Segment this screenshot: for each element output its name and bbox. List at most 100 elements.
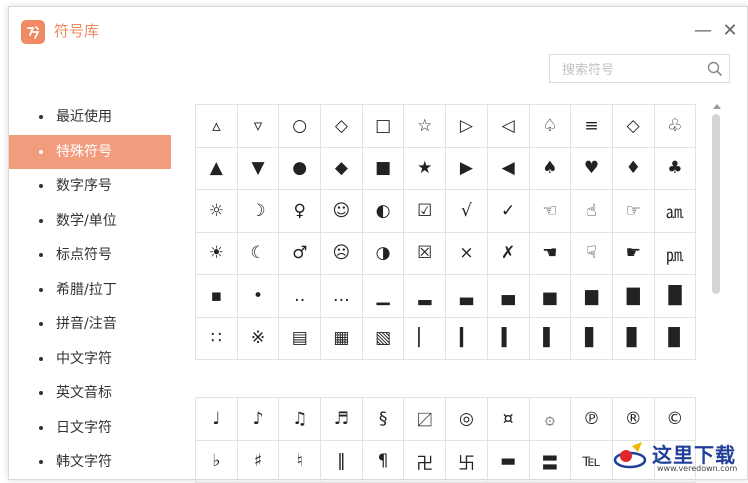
- symbol-cell[interactable]: ♭: [196, 441, 238, 483]
- symbol-cell[interactable]: ‖: [321, 441, 363, 483]
- scroll-up-arrow-icon[interactable]: [713, 104, 721, 109]
- symbol-cell[interactable]: 卍: [404, 441, 446, 483]
- search-icon[interactable]: [707, 61, 723, 77]
- symbol-cell[interactable]: ▁: [363, 275, 405, 318]
- symbol-cell[interactable]: ℗: [571, 398, 613, 441]
- symbol-cell[interactable]: ☚: [530, 233, 572, 276]
- symbol-cell[interactable]: ♫: [279, 398, 321, 441]
- symbol-cell[interactable]: ∷: [196, 318, 238, 361]
- symbol-cell[interactable]: ♧: [655, 105, 697, 148]
- symbol-cell[interactable]: •: [238, 275, 280, 318]
- symbol-cell[interactable]: ▤: [279, 318, 321, 361]
- symbol-cell[interactable]: ≡: [571, 105, 613, 148]
- symbol-cell[interactable]: ▬: [488, 441, 530, 483]
- scrollbar-thumb[interactable]: [712, 114, 720, 294]
- symbol-cell[interactable]: ▏: [404, 318, 446, 361]
- symbol-cell[interactable]: ♀: [279, 190, 321, 233]
- symbol-cell[interactable]: ☞: [613, 190, 655, 233]
- symbol-cell[interactable]: ☛: [613, 233, 655, 276]
- vertical-scrollbar[interactable]: [712, 104, 722, 481]
- symbol-cell[interactable]: ☺: [321, 190, 363, 233]
- symbol-cell[interactable]: 卐: [446, 441, 488, 483]
- symbol-cell[interactable]: ¶: [363, 441, 405, 483]
- symbol-cell[interactable]: ☝: [571, 190, 613, 233]
- search-input[interactable]: [560, 60, 704, 80]
- close-button[interactable]: ✕: [719, 19, 741, 41]
- symbol-cell[interactable]: ◇: [613, 105, 655, 148]
- sidebar-item-math-units[interactable]: 数学/单位: [9, 204, 171, 239]
- symbol-cell[interactable]: ®: [613, 398, 655, 441]
- symbol-cell[interactable]: ○: [279, 105, 321, 148]
- symbol-cell[interactable]: ☑: [404, 190, 446, 233]
- symbol-cell[interactable]: ㏂: [655, 190, 697, 233]
- symbol-cell[interactable]: …: [321, 275, 363, 318]
- symbol-cell[interactable]: ▷: [446, 105, 488, 148]
- symbol-cell[interactable]: 〼: [404, 398, 446, 441]
- symbol-cell[interactable]: ◎: [446, 398, 488, 441]
- symbol-cell[interactable]: ◀: [488, 148, 530, 191]
- symbol-cell[interactable]: ☽: [238, 190, 280, 233]
- symbol-cell[interactable]: ◆: [321, 148, 363, 191]
- symbol-cell[interactable]: ✓: [488, 190, 530, 233]
- symbol-cell[interactable]: ▂: [404, 275, 446, 318]
- sidebar-item-punctuation[interactable]: 标点符号: [9, 238, 171, 273]
- symbol-cell[interactable]: ☼: [196, 190, 238, 233]
- minimize-button[interactable]: —: [692, 19, 714, 41]
- symbol-cell[interactable]: ▋: [571, 318, 613, 361]
- sidebar-item-chinese-chars[interactable]: 中文字符: [9, 342, 171, 377]
- sidebar-item-japanese-chars[interactable]: 日文字符: [9, 411, 171, 446]
- symbol-cell[interactable]: ♯: [238, 441, 280, 483]
- symbol-cell[interactable]: █: [655, 275, 697, 318]
- symbol-cell[interactable]: §: [363, 398, 405, 441]
- symbol-cell[interactable]: ‥: [279, 275, 321, 318]
- symbol-cell[interactable]: ♮: [279, 441, 321, 483]
- symbol-cell[interactable]: √: [446, 190, 488, 233]
- symbol-cell[interactable]: ▵: [196, 105, 238, 148]
- symbol-cell[interactable]: □: [363, 105, 405, 148]
- symbol-cell[interactable]: ☟: [571, 233, 613, 276]
- sidebar-item-pinyin-zhuyin[interactable]: 拼音/注音: [9, 307, 171, 342]
- symbol-cell[interactable]: ♤: [530, 105, 572, 148]
- symbol-cell[interactable]: ♣: [655, 148, 697, 191]
- symbol-cell[interactable]: ▎: [446, 318, 488, 361]
- symbol-cell[interactable]: ◇: [321, 105, 363, 148]
- symbol-cell[interactable]: ©: [655, 398, 697, 441]
- symbol-cell[interactable]: ●: [279, 148, 321, 191]
- symbol-cell[interactable]: ▲: [196, 148, 238, 191]
- symbol-cell[interactable]: ㏘: [655, 233, 697, 276]
- symbol-cell[interactable]: ¤: [488, 398, 530, 441]
- symbol-cell[interactable]: ✗: [488, 233, 530, 276]
- sidebar-item-recent[interactable]: 最近使用: [9, 100, 171, 135]
- symbol-cell[interactable]: ▧: [363, 318, 405, 361]
- symbol-cell[interactable]: ℡: [571, 441, 613, 483]
- sidebar-item-number-sequence[interactable]: 数字序号: [9, 169, 171, 204]
- symbol-cell[interactable]: ♂: [279, 233, 321, 276]
- symbol-cell[interactable]: ▉: [655, 318, 697, 361]
- symbol-cell[interactable]: ♩: [196, 398, 238, 441]
- symbol-cell[interactable]: ▄: [488, 275, 530, 318]
- symbol-cell[interactable]: ▆: [571, 275, 613, 318]
- search-box[interactable]: [549, 54, 730, 83]
- symbol-cell[interactable]: ▃: [446, 275, 488, 318]
- symbol-cell[interactable]: ★: [404, 148, 446, 191]
- symbol-cell[interactable]: ◐: [363, 190, 405, 233]
- symbol-cell[interactable]: ▇: [613, 275, 655, 318]
- symbol-cell[interactable]: ۞: [530, 398, 572, 441]
- symbol-cell[interactable]: ▊: [613, 318, 655, 361]
- symbol-cell[interactable]: 〓: [530, 441, 572, 483]
- sidebar-item-greek-latin[interactable]: 希腊/拉丁: [9, 273, 171, 308]
- symbol-cell[interactable]: ▿: [238, 105, 280, 148]
- symbol-cell[interactable]: ☆: [404, 105, 446, 148]
- sidebar-item-english-phonetics[interactable]: 英文音标: [9, 376, 171, 411]
- sidebar-item-korean-chars[interactable]: 韩文字符: [9, 445, 171, 480]
- symbol-cell[interactable]: ☾: [238, 233, 280, 276]
- symbol-cell[interactable]: ▅: [530, 275, 572, 318]
- symbol-cell[interactable]: ♥: [571, 148, 613, 191]
- symbol-cell[interactable]: ☒: [404, 233, 446, 276]
- symbol-cell[interactable]: ※: [238, 318, 280, 361]
- symbol-cell[interactable]: ▦: [321, 318, 363, 361]
- symbol-cell[interactable]: ◁: [488, 105, 530, 148]
- symbol-cell[interactable]: ☹: [321, 233, 363, 276]
- sidebar-item-special-symbols[interactable]: 特殊符号: [9, 135, 171, 170]
- symbol-cell[interactable]: ♬: [321, 398, 363, 441]
